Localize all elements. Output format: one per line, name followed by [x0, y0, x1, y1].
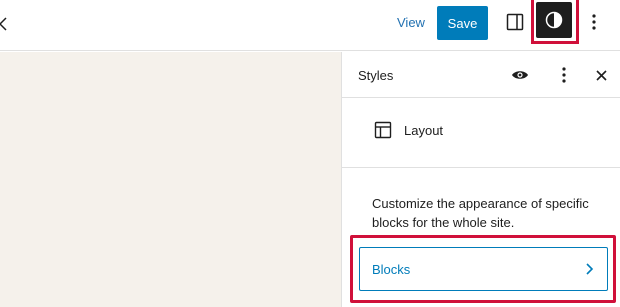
- blocks-label: Blocks: [372, 261, 411, 277]
- blocks-description: Customize the appearance of specific blo…: [372, 196, 589, 230]
- sidebar-options-button[interactable]: [556, 64, 572, 86]
- more-vertical-icon: [562, 67, 566, 83]
- sidebar-header: Styles: [342, 52, 620, 98]
- styles-toggle-button[interactable]: [536, 2, 572, 38]
- close-icon: [595, 69, 607, 81]
- editor-canvas[interactable]: [0, 52, 341, 307]
- styles-sidebar: Styles Layout Customize the appearance o…: [341, 52, 620, 307]
- view-link[interactable]: View: [397, 15, 425, 30]
- settings-panel-toggle[interactable]: [502, 9, 528, 35]
- divider: [342, 167, 620, 168]
- contrast-icon: [545, 11, 563, 29]
- chevron-left-icon[interactable]: [0, 14, 10, 34]
- sidebar-item-layout[interactable]: Layout: [358, 112, 606, 148]
- more-vertical-icon: [592, 14, 596, 30]
- chevron-right-icon: [586, 263, 594, 275]
- eye-icon: [512, 71, 528, 79]
- style-book-button[interactable]: [508, 64, 532, 86]
- close-sidebar-button[interactable]: [592, 65, 610, 85]
- sidebar-panel-icon: [506, 13, 524, 31]
- top-toolbar: View Save: [0, 0, 620, 51]
- blocks-button[interactable]: Blocks: [359, 247, 608, 291]
- save-button[interactable]: Save: [437, 6, 488, 40]
- options-menu-button[interactable]: [584, 10, 604, 34]
- sidebar-item-label: Layout: [404, 122, 444, 138]
- layout-icon: [374, 121, 392, 139]
- sidebar-title: Styles: [358, 68, 394, 83]
